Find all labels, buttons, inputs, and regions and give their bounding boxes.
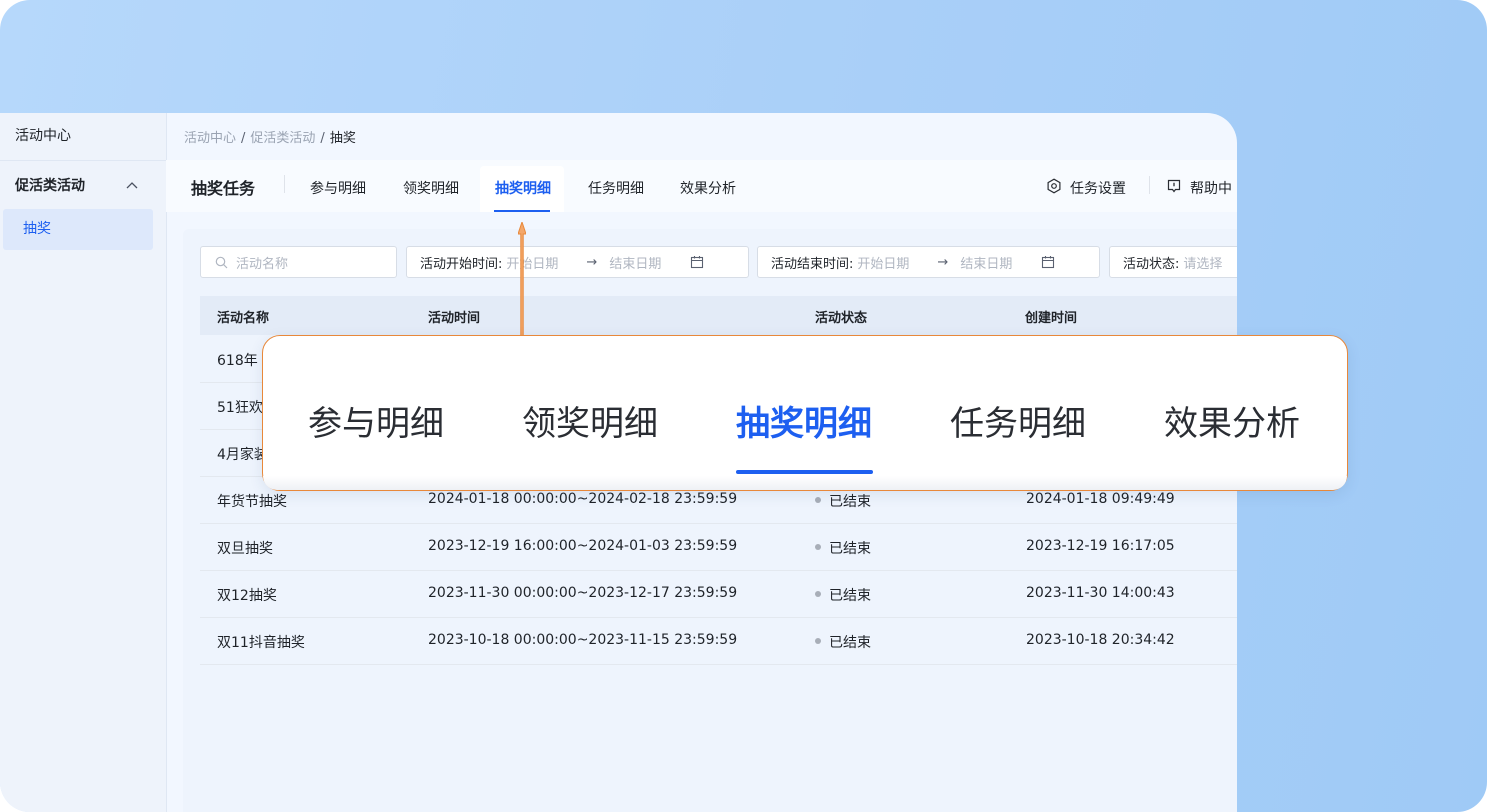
divider [1149,176,1150,194]
content-panel: 活动名称 活动开始时间: 开始日期 → 结束日期 活动结束时间: 开始日期 → … [183,229,1237,812]
zoom-tab-claim[interactable]: 领奖明细 [522,396,658,445]
zoomed-tabs-callout: 参与明细 领奖明细 抽奖明细 任务明细 效果分析 [262,335,1348,491]
zoom-tab-participation[interactable]: 参与明细 [308,396,444,445]
cell-name: 双12抽奖 [217,588,277,604]
cell-time: 2024-01-18 00:00:00~2024-02-18 23:59:59 [428,491,738,507]
cell-name: 双11抖音抽奖 [217,635,305,651]
cell-name: 年货节抽奖 [217,494,287,510]
cell-status: 已结束 [815,632,871,652]
cell-created: 2023-12-19 16:17:05 [1026,538,1175,554]
tab-claim[interactable]: 领奖明细 [403,178,459,198]
end-to-placeholder: 结束日期 [960,256,1013,272]
settings-icon [1046,178,1062,198]
cell-created: 2023-11-30 14:00:43 [1026,585,1175,601]
cell-time: 2023-10-18 00:00:00~2023-11-15 23:59:59 [428,632,738,648]
arrow-right-icon: → [586,254,598,270]
start-time-label: 活动开始时间: [420,256,503,272]
help-label: 帮助中 [1190,181,1232,197]
search-placeholder: 活动名称 [236,256,289,272]
tab-participation[interactable]: 参与明细 [310,178,366,198]
cell-status: 已结束 [815,491,871,511]
sidebar-group-label: 促活类活动 [15,178,85,194]
start-from-placeholder: 开始日期 [506,256,559,272]
zoom-tab-analysis[interactable]: 效果分析 [1164,396,1300,445]
calendar-icon [1041,255,1055,269]
breadcrumb-item[interactable]: 促活类活动 [250,131,315,146]
cell-status: 已结束 [815,538,871,558]
page-title: 抽奖任务 [191,179,256,198]
status-text: 已结束 [829,541,871,557]
sidebar-group-promotion[interactable]: 促活类活动 [0,161,166,209]
tab-lottery-detail[interactable]: 抽奖明细 [480,166,564,212]
status-placeholder: 请选择 [1183,256,1223,272]
status-dot [815,591,821,597]
status-label: 活动状态: [1123,256,1180,272]
status-text: 已结束 [829,494,871,510]
status-dot [815,497,821,503]
active-tab-indicator [494,210,550,212]
column-header-created[interactable]: 创建时间 [1025,307,1077,326]
callout-arrow [518,222,526,338]
cell-status: 已结束 [815,585,871,605]
divider [284,175,285,193]
start-time-range-picker[interactable]: 活动开始时间: 开始日期 → 结束日期 [406,246,749,278]
screenshot-stage: 活动中心 促活类活动 抽奖 活动中心 / 促活类活动 / 抽奖 抽奖任务 参与明细 领奖… [0,0,1487,812]
search-icon [215,256,228,269]
table-row[interactable]: 双旦抽奖 2023-12-19 16:00:00~2024-01-03 23:5… [200,523,1237,571]
cell-name: 618年 [217,353,258,369]
chevron-up-icon [126,179,138,192]
sidebar-item-lottery[interactable]: 抽奖 [3,209,153,250]
arrow-right-icon: → [937,254,949,270]
tab-task-detail[interactable]: 任务明细 [588,178,644,198]
breadcrumb-item[interactable]: 活动中心 [184,131,236,146]
tab-analysis[interactable]: 效果分析 [680,178,736,198]
status-text: 已结束 [829,588,871,604]
breadcrumb-current: 抽奖 [329,131,356,146]
table-row[interactable]: 双12抽奖 2023-11-30 00:00:00~2023-12-17 23:… [200,570,1237,618]
cell-created: 2024-01-18 09:49:49 [1026,491,1175,507]
tab-label: 抽奖明细 [495,181,551,197]
search-input[interactable]: 活动名称 [200,246,397,278]
breadcrumb-separator: / [320,131,325,146]
tabs-bar: 抽奖任务 参与明细 领奖明细 抽奖明细 任务明细 效果分析 任务设置 帮助中 [166,160,1237,212]
task-settings-button[interactable]: 任务设置 [1046,178,1126,198]
end-from-placeholder: 开始日期 [857,256,910,272]
start-to-placeholder: 结束日期 [609,256,662,272]
zoom-tab-task-detail[interactable]: 任务明细 [950,396,1086,445]
end-time-range-picker[interactable]: 活动结束时间: 开始日期 → 结束日期 [757,246,1100,278]
breadcrumb: 活动中心 / 促活类活动 / 抽奖 [184,127,356,146]
task-settings-label: 任务设置 [1070,181,1126,197]
cell-name: 4月家装 [217,447,268,463]
cell-time: 2023-11-30 00:00:00~2023-12-17 23:59:59 [428,585,738,601]
zoom-active-tab-indicator [736,470,873,474]
status-select[interactable]: 活动状态: 请选择 [1109,246,1237,278]
help-icon [1166,178,1182,198]
status-dot [815,544,821,550]
column-header-name[interactable]: 活动名称 [217,307,269,326]
cell-name: 51狂欢 [217,400,263,416]
status-text: 已结束 [829,635,871,651]
breadcrumb-separator: / [241,131,246,146]
zoom-tab-lottery-detail[interactable]: 抽奖明细 [736,396,872,445]
help-button[interactable]: 帮助中 [1166,178,1232,198]
column-header-time[interactable]: 活动时间 [428,307,480,326]
sidebar: 活动中心 促活类活动 抽奖 [0,113,167,812]
status-dot [815,638,821,644]
cell-name: 双旦抽奖 [217,541,273,557]
end-time-label: 活动结束时间: [771,256,854,272]
cell-created: 2023-10-18 20:34:42 [1026,632,1175,648]
callout-shadow [263,476,1347,490]
table-header: 活动名称 活动时间 活动状态 创建时间 [200,296,1237,335]
calendar-icon [690,255,704,269]
sidebar-title: 活动中心 [0,113,166,161]
cell-time: 2023-12-19 16:00:00~2024-01-03 23:59:59 [428,538,738,554]
table-row[interactable]: 双11抖音抽奖 2023-10-18 00:00:00~2023-11-15 2… [200,617,1237,665]
column-header-status[interactable]: 活动状态 [815,307,867,326]
